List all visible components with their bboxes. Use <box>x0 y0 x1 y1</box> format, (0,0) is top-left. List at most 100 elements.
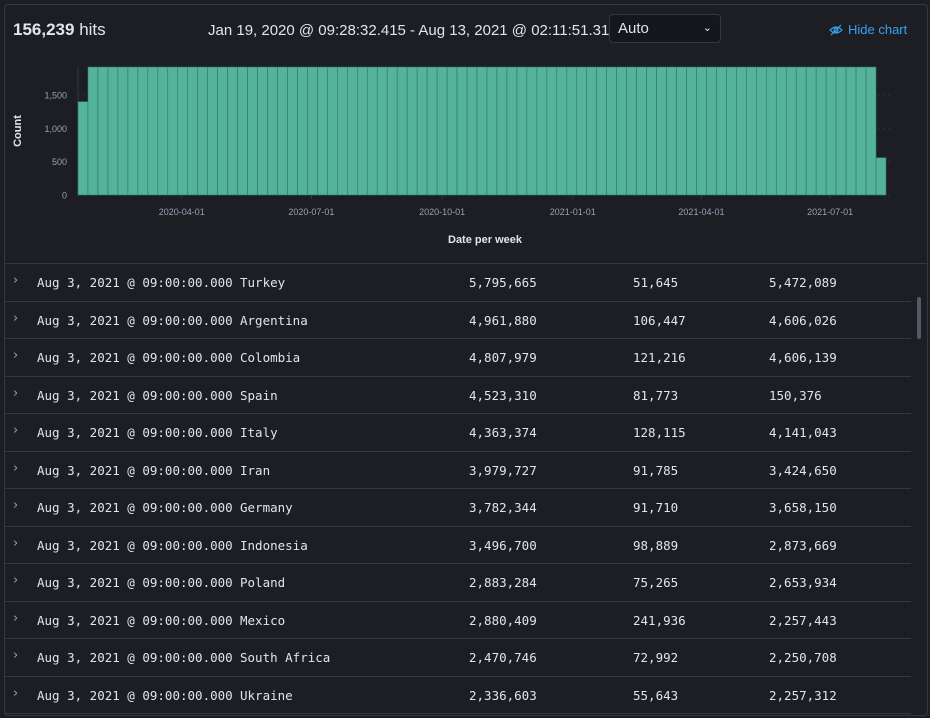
histogram-bar[interactable] <box>546 66 558 196</box>
histogram-bar[interactable] <box>227 66 238 196</box>
expand-row-icon[interactable]: › <box>13 648 18 663</box>
histogram-bar[interactable] <box>287 66 298 196</box>
histogram-bar[interactable] <box>237 66 248 196</box>
table-row[interactable]: › Aug 3, 2021 @ 09:00:00.000 Argentina 4,96… <box>5 302 911 339</box>
histogram-bar[interactable] <box>875 157 887 196</box>
histogram-bar[interactable] <box>337 66 348 196</box>
histogram-bar[interactable] <box>855 66 867 196</box>
histogram-bar[interactable] <box>77 101 89 196</box>
histogram-bar[interactable] <box>805 66 817 196</box>
histogram-bar[interactable] <box>706 66 717 196</box>
histogram-bar[interactable] <box>197 66 208 196</box>
histogram-bar[interactable] <box>576 66 588 196</box>
expand-row-icon[interactable]: › <box>13 348 18 363</box>
histogram-bar[interactable] <box>736 66 747 196</box>
expand-row-icon[interactable]: › <box>13 611 18 626</box>
histogram-bar[interactable] <box>277 66 288 196</box>
histogram-bar[interactable] <box>366 66 378 196</box>
histogram-bar[interactable] <box>446 66 458 196</box>
histogram-bar[interactable] <box>716 66 727 196</box>
histogram-bar[interactable] <box>726 66 737 196</box>
histogram-bar[interactable] <box>167 66 179 196</box>
expand-row-icon[interactable]: › <box>13 573 18 588</box>
histogram-bar[interactable] <box>456 66 468 196</box>
histogram-bar[interactable] <box>107 66 119 196</box>
histogram-bar[interactable] <box>636 66 647 196</box>
histogram-bar[interactable] <box>406 66 418 196</box>
histogram-bar[interactable] <box>257 66 268 196</box>
histogram-bar[interactable] <box>606 66 617 196</box>
histogram-bar[interactable] <box>795 66 807 196</box>
histogram-bar[interactable] <box>327 66 338 196</box>
table-row[interactable]: › Aug 3, 2021 @ 09:00:00.000 Iran 3,979,727… <box>5 452 911 489</box>
histogram-bar[interactable] <box>217 66 228 196</box>
histogram-bar[interactable] <box>835 66 847 196</box>
histogram-bar[interactable] <box>317 66 328 196</box>
histogram-bar[interactable] <box>556 66 568 196</box>
histogram-bar[interactable] <box>775 66 787 196</box>
histogram-bar[interactable] <box>307 66 318 196</box>
histogram-bar[interactable] <box>666 66 677 196</box>
histogram-bar[interactable] <box>436 66 448 196</box>
expand-row-icon[interactable]: › <box>13 273 18 288</box>
hide-chart-button[interactable]: Hide chart <box>829 22 907 37</box>
histogram-bar[interactable] <box>616 66 627 196</box>
table-row[interactable]: › Aug 3, 2021 @ 09:00:00.000 Germany 3,782,… <box>5 489 911 527</box>
histogram-bar[interactable] <box>696 66 707 196</box>
histogram-bar[interactable] <box>137 66 149 196</box>
histogram-bar[interactable] <box>297 66 308 196</box>
histogram-bar[interactable] <box>506 66 518 196</box>
histogram-bar[interactable] <box>97 66 109 196</box>
histogram-bar[interactable] <box>416 66 428 196</box>
interval-select[interactable]: Auto ⌄ <box>609 14 721 43</box>
histogram-bar[interactable] <box>357 66 368 196</box>
histogram-bar[interactable] <box>157 66 169 196</box>
histogram-bar[interactable] <box>586 66 598 196</box>
histogram-bar[interactable] <box>536 66 548 196</box>
histogram-bar[interactable] <box>247 66 258 196</box>
histogram-bar[interactable] <box>187 66 199 196</box>
histogram-bar[interactable] <box>207 66 218 196</box>
histogram-bar[interactable] <box>686 66 697 196</box>
expand-row-icon[interactable]: › <box>13 536 18 551</box>
table-row[interactable]: › Aug 3, 2021 @ 09:00:00.000 Mexico 2,880,4… <box>5 602 911 639</box>
histogram-bar[interactable] <box>765 66 777 196</box>
expand-row-icon[interactable]: › <box>13 423 18 438</box>
histogram-bar[interactable] <box>347 66 358 196</box>
expand-row-icon[interactable]: › <box>13 311 18 326</box>
histogram-bar[interactable] <box>426 66 438 196</box>
table-row[interactable]: › Aug 3, 2021 @ 09:00:00.000 Turkey 5,795,6… <box>5 264 911 302</box>
histogram-bar[interactable] <box>785 66 797 196</box>
histogram-bar[interactable] <box>516 66 528 196</box>
table-row[interactable]: › Aug 3, 2021 @ 09:00:00.000 Poland 2,883,2… <box>5 564 911 602</box>
scrollbar-thumb[interactable] <box>917 297 921 339</box>
expand-row-icon[interactable]: › <box>13 386 18 401</box>
histogram-bar[interactable] <box>756 66 767 196</box>
expand-row-icon[interactable]: › <box>13 686 18 701</box>
histogram-bar[interactable] <box>526 66 538 196</box>
histogram-bar[interactable] <box>626 66 637 196</box>
histogram-bar[interactable] <box>746 66 757 196</box>
table-row[interactable]: › Aug 3, 2021 @ 09:00:00.000 Colombia 4,807… <box>5 339 911 377</box>
histogram-bar[interactable] <box>267 66 278 196</box>
histogram-bar[interactable] <box>656 66 667 196</box>
histogram-bar[interactable] <box>865 66 877 196</box>
table-row[interactable]: › Aug 3, 2021 @ 09:00:00.000 Italy 4,363,37… <box>5 414 911 452</box>
histogram-bar[interactable] <box>815 66 827 196</box>
histogram-bar[interactable] <box>496 66 508 196</box>
table-row[interactable]: › Aug 3, 2021 @ 09:00:00.000 Indonesia 3,49… <box>5 527 911 564</box>
histogram-bar[interactable] <box>87 66 99 196</box>
histogram-bar[interactable] <box>596 66 607 196</box>
histogram-bar[interactable] <box>177 66 189 196</box>
expand-row-icon[interactable]: › <box>13 461 18 476</box>
table-row[interactable]: › Aug 3, 2021 @ 09:00:00.000 Spain 4,523,31… <box>5 377 911 414</box>
histogram-bar[interactable] <box>486 66 498 196</box>
histogram-bar[interactable] <box>117 66 129 196</box>
histogram-bar[interactable] <box>396 66 408 196</box>
expand-row-icon[interactable]: › <box>13 498 18 513</box>
histogram-bar[interactable] <box>476 66 488 196</box>
histogram-bar[interactable] <box>466 66 478 196</box>
histogram-bar[interactable] <box>147 66 159 196</box>
histogram-bar[interactable] <box>376 66 388 196</box>
histogram-bar[interactable] <box>566 66 578 196</box>
